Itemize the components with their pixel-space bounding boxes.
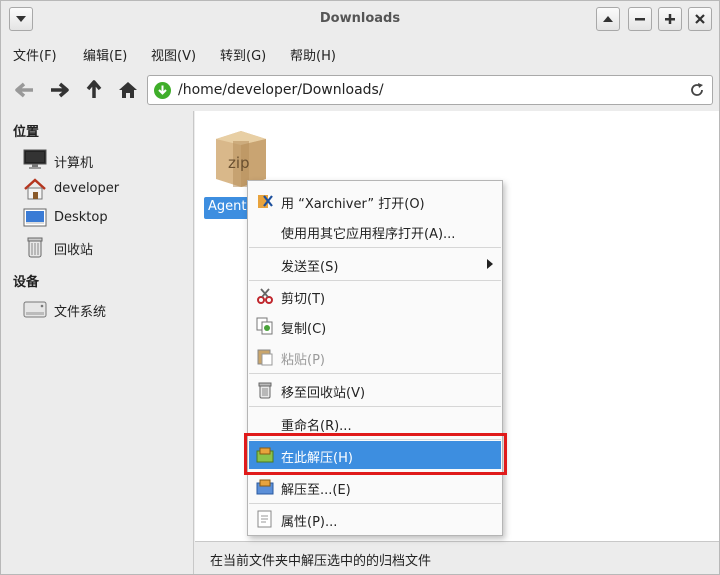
sidebar-item-desktop[interactable]: Desktop	[23, 205, 188, 231]
ctx-label: 复制(C)	[281, 322, 327, 337]
scissors-icon	[256, 287, 274, 305]
desktop-icon	[23, 207, 47, 229]
location-bar[interactable]: /home/developer/Downloads/	[147, 75, 713, 105]
ctx-properties[interactable]: 属性(P)...	[249, 505, 501, 533]
arrow-up-icon	[86, 80, 102, 98]
title-bar: Downloads	[1, 1, 719, 37]
sidebar-item-label: Desktop	[54, 210, 108, 225]
sidebar-item-computer[interactable]: 计算机	[23, 147, 188, 173]
sidebar-heading-devices: 设备	[13, 275, 40, 290]
download-arrow-icon	[158, 85, 167, 95]
ctx-label: 发送至(S)	[281, 260, 339, 275]
home-button[interactable]	[117, 79, 139, 101]
minimize-icon	[635, 18, 645, 21]
close-button[interactable]	[688, 7, 712, 31]
sidebar-item-label: 计算机	[54, 156, 94, 171]
extract-to-icon	[256, 478, 274, 496]
submenu-arrow-icon	[487, 259, 493, 269]
computer-icon	[23, 149, 47, 171]
ctx-move-to-trash[interactable]: 移至回收站(V)	[249, 376, 501, 404]
ctx-extract-to[interactable]: 解压至...(E)	[249, 473, 501, 501]
separator	[249, 503, 501, 504]
sidebar-item-developer[interactable]: developer	[23, 176, 188, 202]
back-button[interactable]	[14, 79, 36, 101]
highlight-annotation	[244, 433, 507, 475]
drive-icon	[23, 298, 47, 320]
sidebar-item-label: 回收站	[54, 243, 94, 258]
paste-icon	[256, 348, 274, 366]
file-icon-label: zip	[228, 154, 250, 172]
sidebar-item-label: 文件系统	[54, 305, 107, 320]
ctx-label: 用 “Xarchiver” 打开(O)	[281, 197, 425, 212]
location-path[interactable]: /home/developer/Downloads/	[178, 82, 384, 98]
menu-bar: 文件(F) 编辑(E) 视图(V) 转到(G) 帮助(H)	[1, 39, 719, 67]
separator	[249, 373, 501, 374]
maximize-button[interactable]	[658, 7, 682, 31]
xarchiver-icon	[256, 192, 274, 210]
context-menu: 用 “Xarchiver” 打开(O) 使用用其它应用程序打开(A)... 发送…	[247, 180, 503, 536]
home-icon	[119, 82, 137, 98]
properties-icon	[256, 510, 274, 528]
sidebar-item-filesystem[interactable]: 文件系统	[23, 296, 188, 322]
arrow-left-icon	[15, 82, 33, 98]
sidebar-item-label: developer	[54, 181, 120, 196]
ctx-label: 使用用其它应用程序打开(A)...	[281, 227, 456, 242]
ctx-label: 移至回收站(V)	[281, 386, 366, 401]
menu-file[interactable]: 文件(F)	[13, 45, 57, 64]
menu-view[interactable]: 视图(V)	[151, 45, 196, 64]
chevron-up-icon	[603, 16, 613, 22]
ctx-paste[interactable]: 粘贴(P)	[249, 343, 501, 371]
ctx-copy[interactable]: 复制(C)	[249, 312, 501, 340]
ctx-label: 属性(P)...	[281, 515, 338, 530]
plus-icon	[665, 14, 675, 24]
separator	[249, 280, 501, 281]
status-bar: 在当前文件夹中解压选中的的归档文件	[195, 541, 719, 574]
ctx-send-to[interactable]: 发送至(S)	[249, 250, 501, 278]
sidebar: 位置 计算机 developer Desktop 回收站 设备 文件系统	[1, 111, 194, 574]
menu-edit[interactable]: 编辑(E)	[83, 45, 127, 64]
go-icon	[154, 82, 171, 99]
menu-help[interactable]: 帮助(H)	[290, 45, 336, 64]
close-icon	[695, 14, 705, 24]
status-text: 在当前文件夹中解压选中的的归档文件	[210, 554, 432, 569]
ctx-open-with-xarchiver[interactable]: 用 “Xarchiver” 打开(O)	[249, 187, 501, 215]
minimize-button[interactable]	[628, 7, 652, 31]
reload-icon[interactable]	[688, 81, 706, 99]
ctx-cut[interactable]: 剪切(T)	[249, 282, 501, 310]
up-button[interactable]	[83, 79, 105, 101]
window-up-button[interactable]	[596, 7, 620, 31]
separator	[249, 247, 501, 248]
trash-icon	[23, 236, 47, 258]
ctx-label: 重命名(R)...	[281, 419, 352, 434]
home-icon	[23, 178, 47, 200]
sidebar-heading-places: 位置	[13, 125, 40, 140]
forward-button[interactable]	[48, 79, 70, 101]
arrow-right-icon	[51, 82, 69, 98]
ctx-label: 解压至...(E)	[281, 483, 351, 498]
copy-icon	[256, 317, 274, 335]
ctx-label: 剪切(T)	[281, 292, 326, 307]
menu-go[interactable]: 转到(G)	[220, 45, 266, 64]
ctx-open-with-other[interactable]: 使用用其它应用程序打开(A)...	[249, 217, 501, 245]
ctx-label: 粘贴(P)	[281, 353, 325, 368]
trash-icon	[256, 381, 274, 399]
separator	[249, 406, 501, 407]
sidebar-item-trash[interactable]: 回收站	[23, 234, 188, 260]
